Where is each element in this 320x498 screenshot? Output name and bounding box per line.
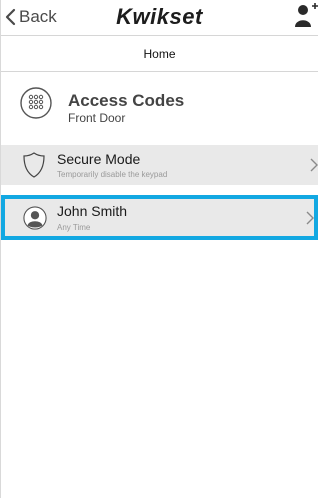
kwikset-logo: Kwikset bbox=[116, 4, 203, 29]
page-subtitle: Front Door bbox=[68, 111, 126, 125]
add-user-icon[interactable] bbox=[294, 1, 318, 29]
user-name: John Smith bbox=[57, 203, 128, 219]
secure-mode-row[interactable]: Secure Mode Temporarily disable the keyp… bbox=[1, 145, 318, 185]
user-row-john-smith[interactable]: John Smith Any Time bbox=[1, 195, 318, 240]
navigation-bar: Back Kwikset bbox=[1, 0, 318, 36]
shield-icon bbox=[23, 152, 45, 178]
user-avatar-icon bbox=[23, 206, 47, 230]
page-title: Access Codes bbox=[68, 91, 185, 110]
app-screen: Back Kwikset Home Access Codes Front Doo… bbox=[0, 0, 318, 498]
sub-header: Home bbox=[1, 36, 318, 72]
chevron-right-icon bbox=[306, 211, 314, 225]
home-label[interactable]: Home bbox=[143, 47, 175, 61]
secure-mode-subtitle: Temporarily disable the keypad bbox=[57, 170, 168, 179]
chevron-right-icon bbox=[310, 158, 318, 172]
secure-mode-title: Secure Mode bbox=[57, 151, 141, 167]
user-schedule: Any Time bbox=[57, 223, 91, 232]
keypad-icon bbox=[20, 87, 52, 119]
access-codes-header: Access Codes Front Door bbox=[1, 72, 318, 134]
